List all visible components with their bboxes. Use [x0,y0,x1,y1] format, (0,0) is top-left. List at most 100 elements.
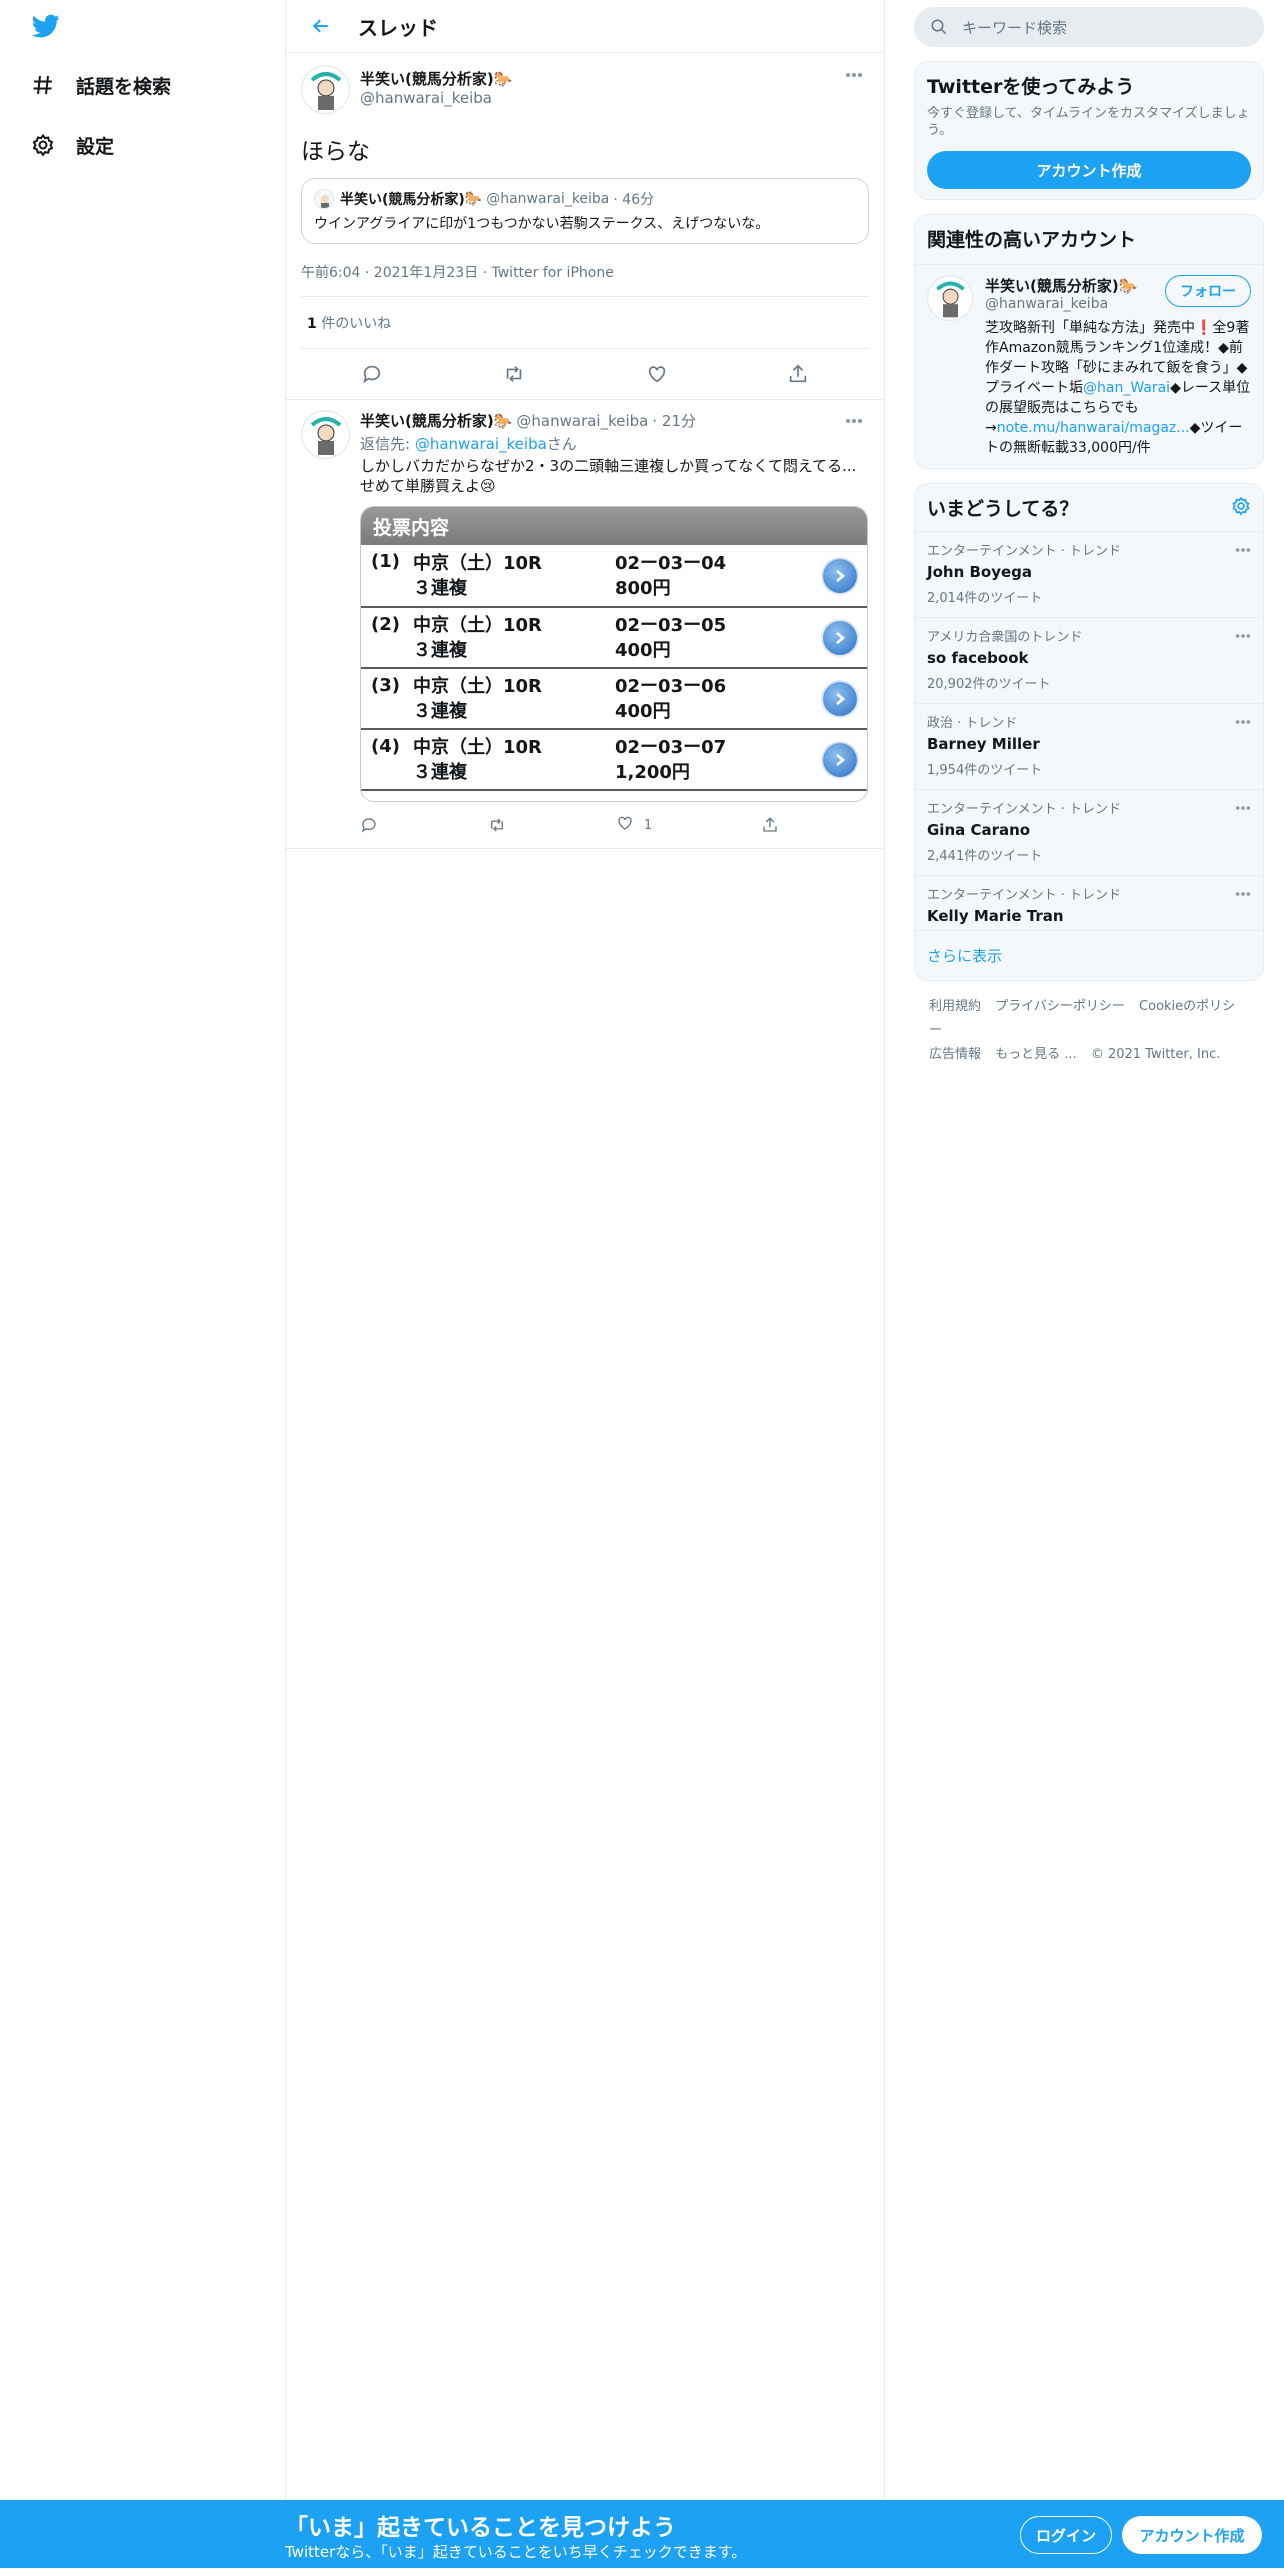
bio-url-link[interactable]: note.mu/hanwarai/magaz... [997,420,1190,436]
bet-amount: 400円 [615,639,671,661]
trend-name: John Boyega [927,563,1033,581]
trend-item[interactable]: エンターテインメント · トレンド John Boyega 2,014件のツイー… [915,532,1263,618]
chevron-right-icon [823,620,857,655]
likes-summary[interactable]: 1 件のいいね [301,297,869,349]
nav-explore[interactable]: 話題を検索 [28,65,171,105]
bet-row: (3) 中京（土）10R ３連複 02ー03ー06 400円 [361,667,867,728]
tweet-meta[interactable]: 午前6:04 · 2021年1月23日 · Twitter for iPhone [301,256,869,297]
trend-item[interactable]: 政治 · トレンド Barney Miller 1,954件のツイート [915,704,1263,790]
signup-card: Twitterを使ってみよう 今すぐ登録して、タイムラインをカスタマイズしましょ… [914,61,1264,200]
focused-tweet[interactable]: 半笑い(競馬分析家) 🐎 @hanwarai_keiba ほらな 半笑い(競馬分析… [286,53,884,400]
reply-author-name[interactable]: 半笑い(競馬分析家) [360,410,494,431]
more-options-icon[interactable] [839,411,869,431]
retweet-icon[interactable] [502,363,526,385]
trend-meta: エンターテインメント · トレンド [927,802,1122,817]
terms-link[interactable]: 利用規約 [929,999,981,1014]
back-arrow-icon[interactable] [304,9,338,43]
bet-combo: 02ー03ー05 [615,614,727,636]
horse-emoji-icon: 🐎 [464,191,483,207]
quoted-avatar [314,189,334,209]
bottom-signup-bar: 「いま」起きていることを見つけよう Twitterなら、「いま」起きていることを… [0,2500,1284,2568]
more-options-icon[interactable] [839,65,869,85]
avatar[interactable] [301,65,350,114]
create-account-button[interactable]: アカウント作成 [927,151,1251,189]
bet-race: 中京（土）10R [413,736,542,758]
account-handle[interactable]: @hanwarai_keiba [985,296,1137,312]
quoted-author-handle: @hanwarai_keiba [486,191,610,207]
horse-emoji-icon: 🐎 [493,69,513,88]
more-options-icon[interactable] [1235,538,1251,557]
reply-author-handle[interactable]: @hanwarai_keiba [516,412,648,430]
reply-text: しかしバカだからなぜか2・3の二頭軸三連複しか買ってなくて悶えてる...せめて単… [360,457,857,495]
search-input[interactable]: キーワード検索 [914,7,1264,47]
gear-icon[interactable] [1231,496,1251,520]
avatar[interactable] [301,410,350,459]
page-title: スレッド [358,15,438,40]
reply-time[interactable]: · 21分 [652,410,696,431]
retweet-icon[interactable] [487,816,507,834]
trend-item[interactable]: エンターテインメント · トレンド Kelly Marie Tran [915,876,1263,931]
trend-meta: エンターテインメント · トレンド [927,888,1122,903]
show-more-link[interactable]: さらに表示 [915,931,1263,980]
reply-tweet[interactable]: 半笑い(競馬分析家) 🐎 @hanwarai_keiba · 21分 返信先: … [286,400,884,849]
more-options-icon[interactable] [1235,796,1251,815]
share-icon[interactable] [787,363,809,385]
account-name[interactable]: 半笑い(競馬分析家) [985,275,1119,296]
more-link[interactable]: もっと見る ... [995,1047,1077,1062]
privacy-link[interactable]: プライバシーポリシー [995,999,1125,1014]
nav-settings[interactable]: 設定 [28,125,114,165]
bet-race: 中京（土）10R [413,675,542,697]
more-options-icon[interactable] [1235,710,1251,729]
twitter-logo-icon[interactable] [30,12,62,44]
relevant-accounts-card: 関連性の高いアカウント 半笑い(競馬分析家) 🐎 @hanwarai_keiba … [914,214,1264,469]
trend-count: 1,954件のツイート [927,763,1043,778]
bet-amount: 400円 [615,700,671,722]
more-options-icon[interactable] [1235,624,1251,643]
trend-name: so facebook [927,649,1029,667]
like-heart-icon[interactable] [646,363,668,385]
signup-button[interactable]: アカウント作成 [1122,2516,1262,2554]
share-icon[interactable] [761,816,779,834]
replying-handle-link[interactable]: @hanwarai_keiba [415,435,547,453]
trend-name: Gina Carano [927,821,1031,839]
media-header: 投票内容 [361,507,867,545]
bet-list: (1) 中京（土）10R ３連複 02ー03ー04 800円 (2) 中京（土）10… [361,545,867,789]
bet-number: (3) [371,675,400,696]
avatar[interactable] [927,275,973,321]
more-options-icon[interactable] [1235,882,1251,901]
trend-meta: 政治 · トレンド [927,716,1018,731]
trends-title: いまどうしてる？ [927,498,1079,520]
bet-row: (4) 中京（土）10R ３連複 02ー03ー07 1,200円 [361,728,867,789]
reply-icon[interactable] [361,363,383,385]
author-name-text: 半笑い(競馬分析家) [360,70,494,88]
reply-icon[interactable] [360,816,378,834]
login-button[interactable]: ログイン [1020,2516,1112,2554]
like-count: 1 [643,817,653,833]
trend-item[interactable]: アメリカ合衆国のトレンド so facebook 20,902件のツイート [915,618,1263,704]
chevron-right-icon [823,558,857,593]
quoted-time: · 46分 [613,192,655,208]
ads-link[interactable]: 広告情報 [929,1047,981,1062]
like-button[interactable]: 1 [616,814,652,836]
page-header: スレッド [286,0,884,53]
attached-image[interactable]: 投票内容 (1) 中京（土）10R ３連複 02ー03ー04 800円 (2) 中京… [360,506,868,802]
tweet-author-handle[interactable]: @hanwarai_keiba [360,89,839,107]
like-heart-icon [616,814,634,836]
bet-number: (2) [371,614,400,635]
trend-name: Kelly Marie Tran [927,907,1064,925]
bet-combo: 02ー03ー06 [615,675,727,697]
account-item[interactable]: 半笑い(競馬分析家) 🐎 @hanwarai_keiba フォロー 芝攻略新刊「単… [915,265,1263,468]
bet-race: 中京（土）10R [413,614,542,636]
bet-amount: 1,200円 [615,761,690,783]
follow-button[interactable]: フォロー [1165,275,1251,307]
horse-emoji-icon: 🐎 [493,411,513,430]
bio-mention-link[interactable]: @han_Warai [1083,380,1170,396]
tweet-author-name[interactable]: 半笑い(競馬分析家) 🐎 [360,68,512,89]
footer-links: 利用規約 プライバシーポリシー Cookieのポリシー 広告情報 もっと見る .… [914,995,1264,1067]
quoted-tweet[interactable]: 半笑い(競馬分析家) 🐎 @hanwarai_keiba · 46分 ウインアグ… [301,178,869,244]
nav-settings-label: 設定 [76,135,115,158]
horse-emoji-icon: 🐎 [1118,276,1138,295]
trend-item[interactable]: エンターテインメント · トレンド Gina Carano 2,441件のツイー… [915,790,1263,876]
quoted-text: ウインアグライアに印が1つもつかない若駒ステークス、えげつないな。 [314,216,770,232]
bet-race: 中京（土）10R [413,552,542,574]
